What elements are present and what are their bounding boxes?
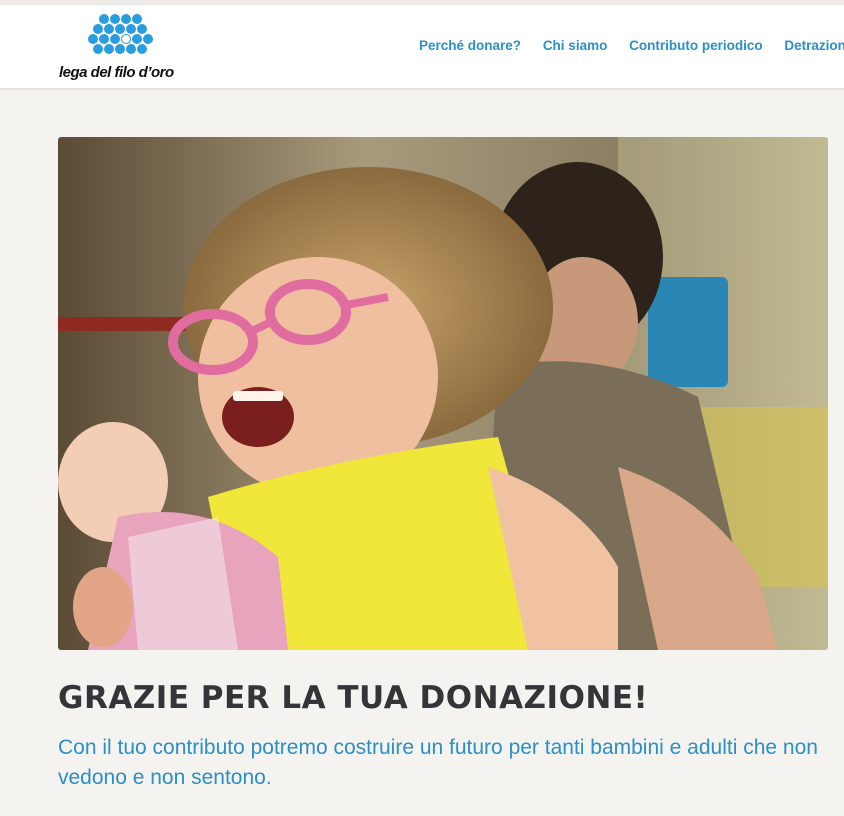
main-nav: Perché donare? Chi siamo Contributo peri… <box>419 38 844 53</box>
page-title: GRAZIE PER LA TUA DONAZIONE! <box>58 680 649 716</box>
nav-chi-siamo[interactable]: Chi siamo <box>543 38 608 53</box>
hero-photo-illustration <box>58 137 828 650</box>
nav-perche-donare[interactable]: Perché donare? <box>419 38 521 53</box>
nav-detrazione[interactable]: Detrazione <box>784 38 844 53</box>
page-subtitle: Con il tuo contributo potremo costruire … <box>58 736 818 789</box>
brand-logo[interactable]: lega del filo d’oro <box>58 13 194 85</box>
hero-photo <box>58 137 828 650</box>
site-header: lega del filo d’oro Perché donare? Chi s… <box>0 5 844 89</box>
logo-wordmark: lega del filo d’oro <box>59 64 174 81</box>
nav-contributo-periodico[interactable]: Contributo periodico <box>629 38 762 53</box>
logo-dots-icon <box>88 14 153 54</box>
